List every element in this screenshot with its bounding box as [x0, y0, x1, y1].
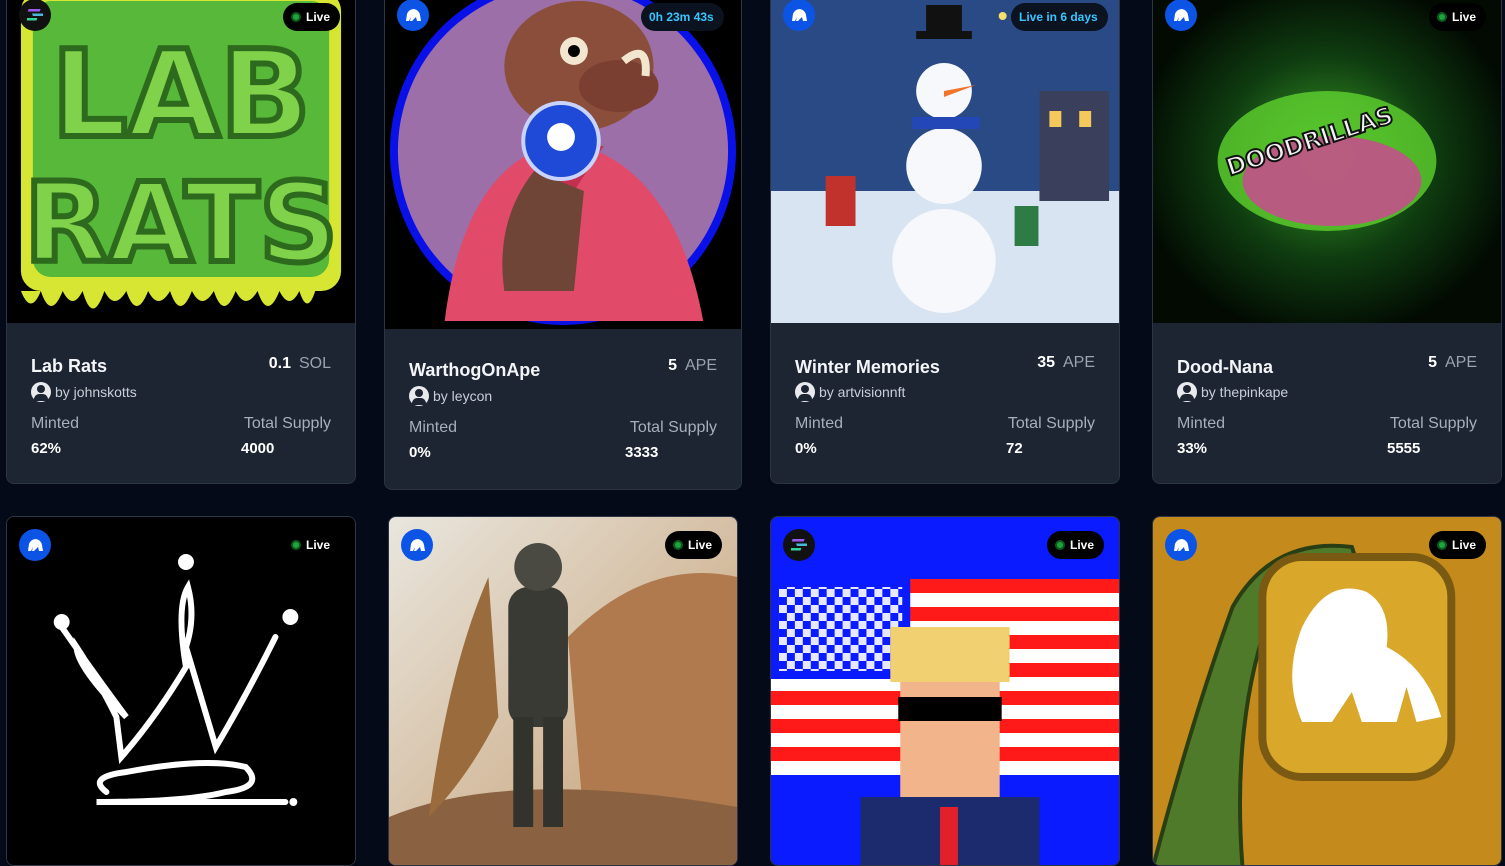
- minted-value: 0%: [409, 444, 431, 461]
- price-amount: 35: [1037, 354, 1055, 371]
- status-badge: Live: [665, 531, 723, 559]
- mint-price: 5 APE: [668, 357, 717, 375]
- minted-value: 33%: [1177, 440, 1208, 457]
- collection-card[interactable]: Live: [6, 516, 356, 866]
- status-text: Live: [688, 538, 713, 552]
- minted-label: Minted: [795, 415, 844, 432]
- status-badge: Live: [1429, 3, 1487, 31]
- countdown-timer: 0h 23m 43s: [649, 10, 714, 24]
- collection-image[interactable]: [385, 0, 741, 329]
- collection-title[interactable]: Lab Rats: [31, 356, 107, 377]
- collection-image[interactable]: [1153, 517, 1501, 865]
- price-unit: APE: [684, 357, 717, 374]
- total-supply-value: 3333: [625, 444, 659, 461]
- creator-name: by leycon: [433, 388, 493, 404]
- status-text: Live: [1452, 10, 1477, 24]
- status-badge: Live: [1429, 531, 1487, 559]
- status-badge: Live: [283, 3, 341, 31]
- collection-card[interactable]: 0h 23m 43s WarthogOnApe 5 APE by leycon M…: [384, 0, 742, 490]
- price-unit: APE: [1444, 354, 1477, 371]
- creator[interactable]: by thepinkape: [1177, 382, 1288, 402]
- collection-card[interactable]: LAB RATS Live Lab Rats 0.1 SOL by johnsko…: [6, 0, 356, 484]
- creator-name: by johnskotts: [55, 384, 137, 400]
- price-amount: 5: [668, 357, 677, 374]
- launch-countdown: Live in 6 days: [1019, 10, 1098, 24]
- status-badge: Live: [1047, 531, 1105, 559]
- collection-image[interactable]: [771, 0, 1119, 323]
- total-supply-label: Total Supply: [1007, 415, 1095, 432]
- status-text: Live: [1070, 538, 1095, 552]
- creator[interactable]: by johnskotts: [31, 382, 137, 402]
- total-supply-label: Total Supply: [629, 419, 717, 436]
- collection-title[interactable]: Winter Memories: [795, 357, 940, 378]
- price-unit: SOL: [298, 355, 331, 372]
- price-unit: APE: [1062, 354, 1095, 371]
- total-supply-value: 5555: [1387, 440, 1421, 457]
- avatar-icon: [795, 382, 815, 402]
- collection-image[interactable]: LAB RATS: [7, 0, 355, 323]
- svg-text:RATS: RATS: [24, 159, 338, 287]
- live-indicator-icon: [673, 540, 683, 550]
- total-supply-value: 4000: [241, 440, 275, 457]
- total-supply-value: 72: [1006, 440, 1023, 457]
- collection-card[interactable]: Live in 6 days Winter Memories 35 APE by …: [770, 0, 1120, 484]
- price-amount: 0.1: [268, 355, 291, 372]
- collection-card[interactable]: DOODRILLAS Live Dood-Nana 5 APE by thepin…: [1152, 0, 1502, 484]
- collection-title[interactable]: Dood-Nana: [1177, 357, 1273, 378]
- total-supply-label: Total Supply: [1389, 415, 1477, 432]
- ape-chain-icon: [401, 529, 433, 561]
- collection-card[interactable]: Live: [770, 516, 1120, 866]
- ape-chain-icon: [1165, 0, 1197, 31]
- mint-price: 35 APE: [1037, 354, 1095, 372]
- minted-value: 0%: [795, 440, 817, 457]
- mint-price: 5 APE: [1428, 354, 1477, 372]
- live-indicator-icon: [1437, 12, 1447, 22]
- status-text: Live: [1452, 538, 1477, 552]
- collection-image[interactable]: [771, 517, 1119, 865]
- avatar-icon: [31, 382, 51, 402]
- collection-image[interactable]: [7, 517, 355, 865]
- status-badge: 0h 23m 43s: [641, 3, 724, 31]
- minted-label: Minted: [1177, 415, 1226, 432]
- price-amount: 5: [1428, 354, 1437, 371]
- avatar-icon: [1177, 382, 1197, 402]
- total-supply-label: Total Supply: [243, 415, 331, 432]
- collection-card[interactable]: Live: [1152, 516, 1502, 866]
- solana-chain-icon: [19, 0, 51, 31]
- live-indicator-icon: [291, 12, 301, 22]
- collection-title[interactable]: WarthogOnApe: [409, 360, 540, 381]
- creator-name: by thepinkape: [1201, 384, 1289, 400]
- ape-chain-icon: [19, 529, 51, 561]
- live-indicator-icon: [1055, 540, 1065, 550]
- collection-card[interactable]: Live: [388, 516, 738, 866]
- creator-name: by artvisionnft: [819, 384, 906, 400]
- creator[interactable]: by leycon: [409, 386, 492, 406]
- status-badge: Live in 6 days: [1011, 3, 1108, 31]
- ape-chain-icon: [783, 0, 815, 31]
- mint-price: 0.1 SOL: [269, 355, 331, 373]
- solana-chain-icon: [783, 529, 815, 561]
- status-text: Live: [306, 10, 331, 24]
- ape-chain-icon: [1165, 529, 1197, 561]
- minted-value: 62%: [31, 440, 62, 457]
- avatar-icon: [409, 386, 429, 406]
- collection-image[interactable]: DOODRILLAS: [1153, 0, 1501, 323]
- minted-label: Minted: [31, 415, 80, 432]
- live-indicator-icon: [1437, 540, 1447, 550]
- status-badge: Live: [283, 531, 341, 559]
- live-indicator-icon: [291, 540, 301, 550]
- creator[interactable]: by artvisionnft: [795, 382, 905, 402]
- ape-chain-icon: [397, 0, 429, 31]
- collection-image[interactable]: [389, 517, 737, 865]
- minted-label: Minted: [409, 419, 458, 436]
- status-text: Live: [306, 538, 331, 552]
- svg-text:LAB: LAB: [51, 26, 310, 165]
